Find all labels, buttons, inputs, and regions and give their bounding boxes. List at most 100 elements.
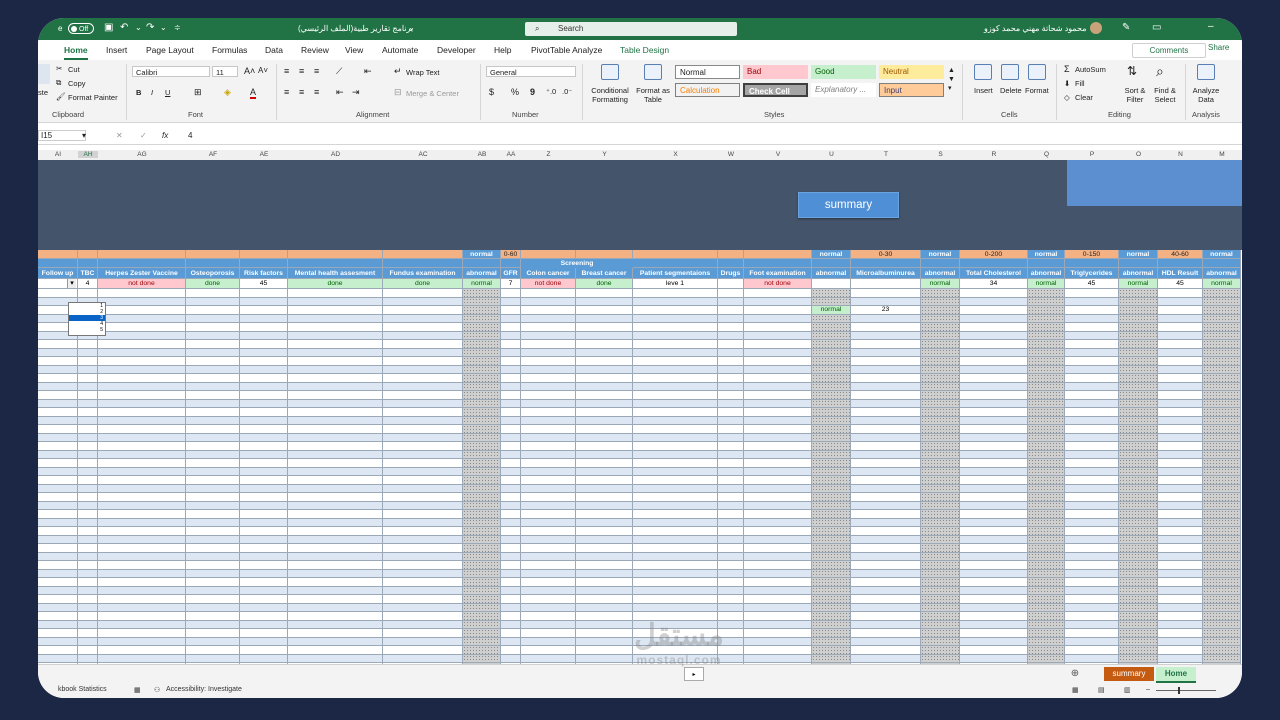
grid-cell[interactable]: [576, 569, 633, 578]
grid-cell[interactable]: [960, 374, 1028, 383]
grid-cell[interactable]: [521, 433, 576, 442]
grid-cell[interactable]: [718, 391, 744, 400]
grid-cell[interactable]: [1119, 340, 1158, 349]
column-header[interactable]: M: [1203, 151, 1241, 158]
grid-cell[interactable]: [521, 450, 576, 459]
data-cell[interactable]: leve 1: [633, 279, 718, 289]
grid-cell[interactable]: [960, 416, 1028, 425]
grid-cell[interactable]: [576, 348, 633, 357]
grid-cell[interactable]: [1203, 306, 1241, 315]
grid-cell[interactable]: [960, 544, 1028, 553]
grid-cell[interactable]: [98, 433, 186, 442]
grid-cell[interactable]: [98, 595, 186, 604]
grid-cell[interactable]: [1119, 510, 1158, 519]
grid-cell[interactable]: [960, 331, 1028, 340]
grid-cell[interactable]: [812, 425, 851, 434]
grid-cell[interactable]: [576, 450, 633, 459]
style-explanatory[interactable]: Explanatory ...: [811, 83, 876, 97]
grid-cell[interactable]: [851, 527, 921, 536]
column-header[interactable]: AA: [501, 151, 521, 158]
grid-cell[interactable]: [633, 552, 718, 561]
grid-cell[interactable]: [501, 484, 521, 493]
grid-cell[interactable]: [633, 561, 718, 570]
grid-cell[interactable]: [1203, 620, 1241, 629]
grid-cell[interactable]: [38, 637, 78, 646]
grid-cell[interactable]: [78, 450, 98, 459]
grid-cell[interactable]: [576, 433, 633, 442]
grid-cell[interactable]: [921, 340, 960, 349]
grid-cell[interactable]: [1119, 484, 1158, 493]
grid-cell[interactable]: [921, 569, 960, 578]
orientation-icon[interactable]: ⟋: [336, 66, 342, 77]
grid-cell[interactable]: [921, 476, 960, 485]
grid-cell[interactable]: [186, 484, 240, 493]
grid-cell[interactable]: [98, 544, 186, 553]
grid-cell[interactable]: [1119, 433, 1158, 442]
grid-cell[interactable]: [633, 357, 718, 366]
style-check-cell[interactable]: Check Cell: [743, 83, 808, 97]
copy-icon[interactable]: ⧉: [56, 78, 61, 88]
grid-cell[interactable]: [463, 399, 501, 408]
grid-cell[interactable]: [78, 569, 98, 578]
grid-cell[interactable]: [288, 365, 383, 374]
grid-cell[interactable]: [463, 646, 501, 655]
grid-cell[interactable]: [744, 612, 812, 621]
grid-cell[interactable]: [240, 382, 288, 391]
grid-cell[interactable]: [240, 467, 288, 476]
grid-cell[interactable]: [288, 425, 383, 434]
grid-cell[interactable]: [1119, 544, 1158, 553]
grid-cell[interactable]: [1065, 476, 1119, 485]
grid-cell[interactable]: [288, 340, 383, 349]
grid-cell[interactable]: [1203, 348, 1241, 357]
grid-cell[interactable]: [98, 297, 186, 306]
grid-cell[interactable]: [1158, 501, 1203, 510]
grid-cell[interactable]: [288, 314, 383, 323]
grid-cell[interactable]: [1203, 646, 1241, 655]
grid-cell[interactable]: [1065, 646, 1119, 655]
wrap-text-button[interactable]: Wrap Text: [406, 68, 440, 77]
grid-cell[interactable]: [288, 433, 383, 442]
grid-cell[interactable]: [186, 408, 240, 417]
grid-cell[interactable]: [1203, 612, 1241, 621]
data-cell[interactable]: [812, 279, 851, 289]
page-break-view-icon[interactable]: ▥: [1124, 686, 1131, 694]
grid-cell[interactable]: [98, 289, 186, 298]
grid-cell[interactable]: [240, 425, 288, 434]
grid-cell[interactable]: [98, 399, 186, 408]
grid-cell[interactable]: [812, 365, 851, 374]
grid-cell[interactable]: [501, 595, 521, 604]
grid-cell[interactable]: [38, 620, 78, 629]
grid-cell[interactable]: [501, 306, 521, 315]
format-painter-button[interactable]: Format Painter: [68, 93, 118, 102]
grid-cell[interactable]: [1065, 561, 1119, 570]
grid-cell[interactable]: [501, 365, 521, 374]
grid-cell[interactable]: [1203, 433, 1241, 442]
grid-cell[interactable]: [383, 408, 463, 417]
grid-cell[interactable]: [383, 314, 463, 323]
grid-cell[interactable]: [186, 629, 240, 638]
grid-cell[interactable]: [98, 357, 186, 366]
grid-cell[interactable]: [521, 535, 576, 544]
pen-icon[interactable]: ✎: [1122, 22, 1130, 33]
grid-cell[interactable]: [383, 399, 463, 408]
grid-cell[interactable]: [1028, 459, 1065, 468]
grid-cell[interactable]: [383, 501, 463, 510]
grid-cell[interactable]: [463, 416, 501, 425]
grid-cell[interactable]: [78, 289, 98, 298]
grid-cell[interactable]: [1119, 323, 1158, 332]
grid-cell[interactable]: [186, 365, 240, 374]
grid-cell[interactable]: [288, 586, 383, 595]
grid-cell[interactable]: [186, 654, 240, 663]
grid-cell[interactable]: [383, 442, 463, 451]
grid-cell[interactable]: [812, 331, 851, 340]
paste-label[interactable]: ste: [38, 88, 48, 97]
grid-cell[interactable]: [78, 603, 98, 612]
grid-cell[interactable]: [744, 646, 812, 655]
grid-cell[interactable]: [383, 569, 463, 578]
grid-cell[interactable]: [1158, 399, 1203, 408]
grid-cell[interactable]: [744, 306, 812, 315]
grid-cell[interactable]: [576, 535, 633, 544]
grid-cell[interactable]: [463, 391, 501, 400]
grid-cell[interactable]: [576, 484, 633, 493]
grid-cell[interactable]: [1203, 493, 1241, 502]
